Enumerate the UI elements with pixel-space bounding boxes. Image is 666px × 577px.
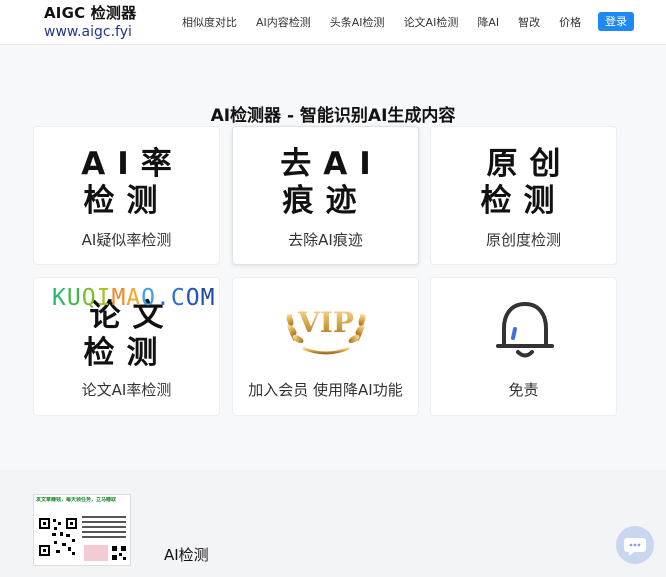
card-vip-membership[interactable]: VIP 加入会员 使用降AI功能 (232, 277, 419, 416)
bell-icon (496, 302, 554, 358)
card-disclaimer[interactable]: 免责 (430, 277, 617, 416)
footer-ai-detect-label[interactable]: AI检测 (164, 544, 209, 565)
card-big-text: 原创 检测 (480, 146, 573, 219)
card-caption: 免责 (508, 381, 539, 399)
brand-url: www.aigc.fyi (44, 24, 132, 40)
top-navbar: AIGC 检测器 www.aigc.fyi 相似度对比 AI内容检测 头条AI检… (0, 0, 666, 45)
vip-badge-icon: VIP (286, 306, 366, 355)
card-caption: 加入会员 使用降AI功能 (248, 381, 403, 399)
card-caption: 论文AI率检测 (81, 381, 172, 399)
small-qr-icon (111, 545, 127, 561)
card-originality-detect[interactable]: 原创 检测 原创度检测 (430, 126, 617, 265)
nav-paper-ai-detect[interactable]: 论文AI检测 (404, 14, 459, 30)
card-big-text: 去AI 痕迹 (280, 146, 383, 219)
nav-pricing[interactable]: 价格 (559, 14, 581, 30)
card-remove-ai-traces[interactable]: 去AI 痕迹 去除AI痕迹 (232, 126, 419, 265)
nav-toutiao-ai-detect[interactable]: 头条AI检测 (330, 14, 385, 30)
login-button[interactable]: 登录 (598, 12, 634, 31)
nav-ai-content-detect[interactable]: AI内容检测 (256, 14, 311, 30)
main-nav: 相似度对比 AI内容检测 头条AI检测 论文AI检测 降AI 智改 价格 (182, 14, 600, 30)
card-big-text: AI率 检测 (81, 146, 184, 219)
page-title: AI检测器 - 智能识别AI生成内容 (210, 106, 456, 126)
chat-bubble-icon (624, 538, 646, 556)
vip-badge-text: VIP (297, 306, 354, 339)
qr-text-lines (82, 513, 126, 543)
brand-logo[interactable]: AIGC 检测器 www.aigc.fyi (44, 4, 136, 41)
chat-button[interactable] (616, 526, 654, 564)
qr-code-icon (38, 517, 78, 557)
nav-similarity-compare[interactable]: 相似度对比 (182, 14, 237, 30)
qr-header: 发文章赚钱，每天领任务，立马赚取 (36, 497, 117, 503)
watermark: KUQIMAO.COM (52, 285, 216, 311)
nav-reduce-ai[interactable]: 降AI (477, 14, 499, 30)
card-caption: AI疑似率检测 (81, 231, 172, 249)
card-caption: 去除AI痕迹 (288, 231, 363, 249)
qr-pink-badge (84, 545, 108, 561)
card-ai-rate-detect[interactable]: AI率 检测 AI疑似率检测 (33, 126, 220, 265)
brand-title: AIGC 检测器 (44, 4, 137, 22)
nav-smart-rewrite[interactable]: 智改 (518, 14, 540, 30)
card-caption: 原创度检测 (485, 231, 561, 249)
qr-promo-image[interactable]: 发文章赚钱，每天领任务，立马赚取 (33, 494, 131, 566)
